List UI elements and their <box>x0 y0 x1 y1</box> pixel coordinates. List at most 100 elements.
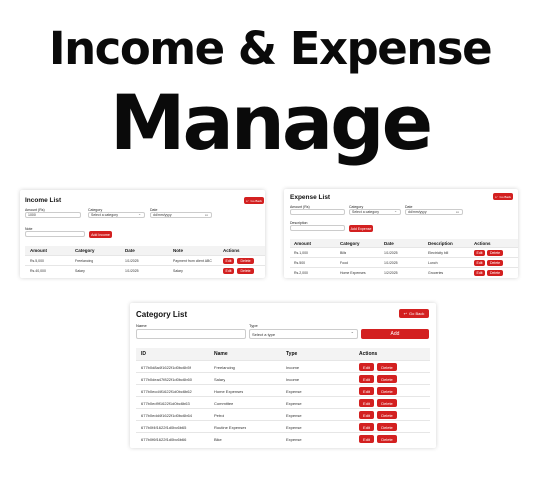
income-row-category: Freelancing <box>75 259 94 263</box>
category-delete-button[interactable]: Delete <box>377 423 397 431</box>
expense-delete-button[interactable]: Delete <box>487 250 503 256</box>
category-row-id: 677b0edd4f1622f1d0bc6b64 <box>141 413 192 418</box>
expense-row-date: 1/2/2025 <box>384 271 398 275</box>
expense-delete-button[interactable]: Delete <box>487 270 503 276</box>
income-row-amount: Rs.5,000 <box>30 259 45 263</box>
expense-edit-button[interactable]: Edit <box>474 250 485 256</box>
expense-row-amount: Rs.500 <box>294 261 306 265</box>
category-type-select[interactable]: Select a type <box>249 329 358 339</box>
category-row-type: Income <box>286 377 300 382</box>
back-arrow-icon: ↩ <box>245 198 249 203</box>
category-edit-button[interactable]: Edit <box>359 423 374 431</box>
expense-description-input[interactable] <box>290 225 345 231</box>
edit-label: Edit <box>363 436 370 442</box>
expense-category-value: Select a category <box>352 210 380 214</box>
edit-label: Edit <box>225 269 232 273</box>
category-name-input[interactable] <box>136 329 246 339</box>
add-expense-button[interactable]: Add Expense <box>349 225 373 232</box>
table-row: Rs.500 Food 1/1/2025 Lunch Edit Delete <box>290 257 518 267</box>
expense-amount-input[interactable] <box>290 209 345 215</box>
expense-date-input[interactable]: dd/mm/yyyy <box>405 209 463 215</box>
add-income-button[interactable]: Add Income <box>89 231 112 238</box>
delete-label: Delete <box>240 269 251 273</box>
expense-row-category: Bills <box>340 251 347 255</box>
delete-label: Delete <box>381 364 393 370</box>
income-row-date: 1/1/2025 <box>125 259 139 263</box>
category-row-type: Expense <box>286 425 302 430</box>
income-row-amount: Rs.40,000 <box>30 269 46 273</box>
category-list-title: Category List <box>136 310 188 319</box>
edit-label: Edit <box>363 376 370 382</box>
income-list-panel: Income List ↩ Go Back Amount (Rs) 1000 Ca… <box>20 190 265 278</box>
category-row-id: 677b0dea47f822f1d0bc6b60 <box>141 377 192 382</box>
table-row: 677b0edd4f1622f1d0bc6b64 Petrol Expense … <box>136 408 430 420</box>
income-col-category: Category <box>75 248 95 253</box>
table-row: 677b0ed9f1622f1d0bc6b63 Committee Expens… <box>136 396 430 408</box>
category-delete-button[interactable]: Delete <box>377 387 397 395</box>
category-row-id: 677b0ecd4f1622f1d0bc6b62 <box>141 389 192 394</box>
category-edit-button[interactable]: Edit <box>359 411 374 419</box>
add-expense-label: Add Expense <box>350 226 372 231</box>
category-row-name: Salary <box>214 377 226 382</box>
edit-label: Edit <box>363 412 370 418</box>
income-amount-value: 1000 <box>28 213 36 217</box>
expense-list-title: Expense List <box>290 194 331 201</box>
expense-row-amount: Rs.2,000 <box>294 271 309 275</box>
income-col-date: Date <box>125 248 135 253</box>
delete-label: Delete <box>381 388 393 394</box>
category-row-type: Expense <box>286 401 302 406</box>
category-type-value: Select a type <box>252 331 276 337</box>
delete-label: Delete <box>381 376 393 382</box>
category-row-name: Petrol <box>214 413 225 418</box>
category-delete-button[interactable]: Delete <box>377 375 397 383</box>
income-category-select[interactable]: Select a category <box>88 212 145 218</box>
expense-edit-button[interactable]: Edit <box>474 270 485 276</box>
income-amount-input[interactable]: 1000 <box>25 212 81 218</box>
expense-back-button[interactable]: ↩ Go Back <box>493 193 513 200</box>
category-edit-button[interactable]: Edit <box>359 435 374 443</box>
category-edit-button[interactable]: Edit <box>359 375 374 383</box>
category-type-label: Type <box>249 323 258 328</box>
income-row-note: Salary <box>173 269 183 273</box>
category-delete-button[interactable]: Delete <box>377 363 397 371</box>
expense-delete-button[interactable]: Delete <box>487 260 503 266</box>
income-edit-button[interactable]: Edit <box>223 258 234 264</box>
expense-category-select[interactable]: Select a category <box>349 209 401 215</box>
add-category-button[interactable]: Add <box>361 329 429 339</box>
income-back-label: Go Back <box>250 198 263 203</box>
category-row-type: Expense <box>286 437 302 442</box>
delete-label: Delete <box>381 424 393 430</box>
category-row-name: Freelancing <box>214 365 235 370</box>
edit-label: Edit <box>476 261 483 265</box>
expense-row-category: Home Expenses <box>340 271 366 275</box>
category-row-name: Bike <box>214 437 222 442</box>
expense-col-date: Date <box>384 240 394 246</box>
category-back-button[interactable]: ↩ Go Back <box>399 309 429 318</box>
category-row-id: 677b0d8a4f1622f1d0bc6b5f <box>141 365 191 370</box>
category-delete-button[interactable]: Delete <box>377 399 397 407</box>
category-edit-button[interactable]: Edit <box>359 387 374 395</box>
income-note-input[interactable] <box>25 231 85 237</box>
expense-edit-button[interactable]: Edit <box>474 260 485 266</box>
table-row: Rs.5,000 Freelancing 1/1/2025 Payment fr… <box>25 255 265 265</box>
category-edit-button[interactable]: Edit <box>359 363 374 371</box>
expense-table-header: Amount Category Date Description Actions <box>290 239 518 247</box>
delete-label: Delete <box>489 261 501 265</box>
table-row: Rs.40,000 Salary 1/1/2025 Salary Edit De… <box>25 265 265 275</box>
income-edit-button[interactable]: Edit <box>223 268 234 274</box>
delete-label: Delete <box>381 412 393 418</box>
delete-label: Delete <box>489 271 501 275</box>
category-delete-button[interactable]: Delete <box>377 435 397 443</box>
expense-date-value: dd/mm/yyyy <box>408 210 427 214</box>
category-col-type: Type <box>286 351 298 357</box>
income-delete-button[interactable]: Delete <box>237 258 254 264</box>
expense-row-date: 1/1/2025 <box>384 251 398 255</box>
category-row-name: Routine Expenses <box>214 425 247 430</box>
income-delete-button[interactable]: Delete <box>237 268 254 274</box>
expense-col-description: Description <box>428 240 453 246</box>
category-delete-button[interactable]: Delete <box>377 411 397 419</box>
table-row: Rs.1,000 Bills 1/1/2025 Electricity bill… <box>290 247 518 257</box>
income-date-input[interactable]: dd/mm/yyyy <box>150 212 212 218</box>
category-edit-button[interactable]: Edit <box>359 399 374 407</box>
income-back-button[interactable]: ↩ Go Back <box>244 197 264 204</box>
